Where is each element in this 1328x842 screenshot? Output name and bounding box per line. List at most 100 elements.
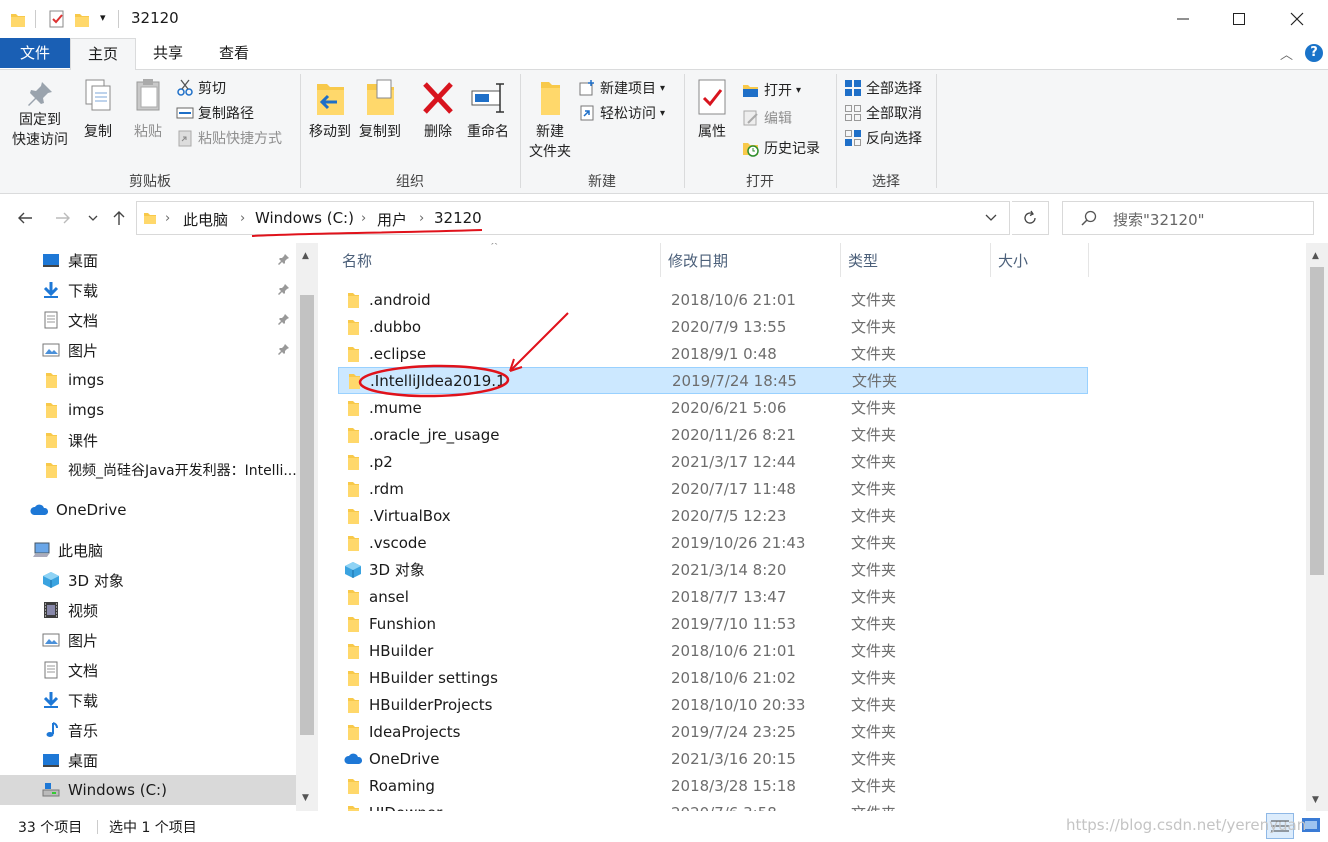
nav-pc-downloads[interactable]: 下载: [0, 685, 296, 715]
pin-icon[interactable]: [278, 253, 290, 265]
nav-scrollbar[interactable]: ▲ ▼: [296, 243, 318, 811]
file-name: IdeaProjects: [369, 722, 461, 741]
new-folder-qa-icon[interactable]: [74, 10, 90, 28]
tab-file[interactable]: 文件: [0, 38, 70, 68]
file-row[interactable]: .VirtualBox 2020/7/5 12:23 文件夹: [338, 502, 1086, 529]
nav-pc-windows-c[interactable]: Windows (C:): [0, 775, 296, 805]
pin-icon[interactable]: [278, 343, 290, 355]
search-input[interactable]: 搜索"32120": [1062, 201, 1314, 235]
scroll-up-icon[interactable]: ▲: [1312, 251, 1319, 261]
properties-button[interactable]: 属性: [690, 78, 734, 142]
column-separator[interactable]: [1088, 243, 1089, 277]
file-row[interactable]: .oracle_jre_usage 2020/11/26 8:21 文件夹: [338, 421, 1086, 448]
nav-quick-desktop[interactable]: 桌面: [0, 245, 296, 275]
file-row[interactable]: .rdm 2020/7/17 11:48 文件夹: [338, 475, 1086, 502]
copy-to-button[interactable]: 复制到: [356, 78, 404, 142]
scroll-down-icon[interactable]: ▼: [302, 793, 309, 803]
delete-button[interactable]: 删除: [418, 78, 458, 142]
file-modified-date: 2020/6/21 5:06: [671, 398, 787, 417]
column-header-date[interactable]: 修改日期: [668, 243, 728, 279]
close-button[interactable]: [1268, 0, 1326, 38]
paste-shortcut-button[interactable]: 粘贴快捷方式: [176, 126, 282, 150]
file-row[interactable]: .p2 2021/3/17 12:44 文件夹: [338, 448, 1086, 475]
address-dropdown-icon[interactable]: [985, 214, 997, 222]
nav-pc-videos[interactable]: 视频: [0, 595, 296, 625]
file-row[interactable]: IdeaProjects 2019/7/24 23:25 文件夹: [338, 718, 1086, 745]
file-row[interactable]: 3D 对象 2021/3/14 8:20 文件夹: [338, 556, 1086, 583]
refresh-button[interactable]: [1012, 201, 1049, 235]
nav-label: 下载: [68, 281, 99, 300]
copy-path-button[interactable]: 复制路径: [176, 101, 254, 125]
edit-button[interactable]: 编辑: [742, 106, 792, 130]
easy-access-button[interactable]: 轻松访问 ▾: [578, 101, 665, 125]
file-row[interactable]: Funshion 2019/7/10 11:53 文件夹: [338, 610, 1086, 637]
tab-share[interactable]: 共享: [136, 38, 200, 68]
qa-customize-icon[interactable]: ▾: [100, 11, 106, 24]
up-button[interactable]: [106, 205, 132, 231]
column-separator[interactable]: [660, 243, 661, 277]
file-list-scrollbar[interactable]: ▲ ▼: [1306, 243, 1328, 811]
nav-pc-desktop[interactable]: 桌面: [0, 745, 296, 775]
file-row[interactable]: HBuilderProjects 2018/10/10 20:33 文件夹: [338, 691, 1086, 718]
file-row[interactable]: HBuilder 2018/10/6 21:01 文件夹: [338, 637, 1086, 664]
nav-quick-documents[interactable]: 文档: [0, 305, 296, 335]
nav-pc-3d-objects[interactable]: 3D 对象: [0, 565, 296, 595]
nav-quick-video[interactable]: 视频_尚硅谷Java开发利器：Intelli...: [0, 455, 296, 485]
nav-quick-pictures[interactable]: 图片: [0, 335, 296, 365]
recent-locations-button[interactable]: [80, 205, 106, 231]
file-row[interactable]: .vscode 2019/10/26 21:43 文件夹: [338, 529, 1086, 556]
open-button[interactable]: 打开 ▾: [742, 78, 801, 102]
cut-button[interactable]: 剪切: [176, 76, 226, 100]
file-type: 文件夹: [851, 453, 897, 471]
column-header-size[interactable]: 大小: [998, 243, 1028, 279]
new-folder-button[interactable]: 新建 文件夹: [524, 78, 576, 162]
maximize-button[interactable]: [1210, 0, 1268, 38]
help-icon[interactable]: ?: [1305, 44, 1323, 62]
tab-home[interactable]: 主页: [70, 38, 136, 70]
back-button[interactable]: [12, 205, 38, 231]
column-header-type[interactable]: 类型: [848, 243, 878, 279]
nav-quick-downloads[interactable]: 下载: [0, 275, 296, 305]
pin-icon[interactable]: [278, 313, 290, 325]
breadcrumb-this-pc[interactable]: 此电脑: [183, 209, 228, 230]
tab-view[interactable]: 查看: [202, 38, 266, 68]
nav-scroll-thumb[interactable]: [300, 295, 314, 735]
history-button[interactable]: 历史记录: [742, 136, 820, 160]
paste-button[interactable]: 粘贴: [128, 78, 168, 142]
select-all-button[interactable]: 全部选择: [844, 76, 922, 100]
file-scroll-thumb[interactable]: [1310, 267, 1324, 575]
forward-button[interactable]: [50, 205, 76, 231]
scroll-up-icon[interactable]: ▲: [302, 251, 309, 261]
new-item-button[interactable]: 新建项目 ▾: [578, 76, 665, 100]
column-separator[interactable]: [840, 243, 841, 277]
file-row[interactable]: OneDrive 2021/3/16 20:15 文件夹: [338, 745, 1086, 772]
select-none-button[interactable]: 全部取消: [844, 101, 922, 125]
breadcrumb-windows-c[interactable]: Windows (C:): [255, 209, 354, 227]
nav-pc-music[interactable]: 音乐: [0, 715, 296, 745]
nav-this-pc[interactable]: 此电脑: [0, 535, 296, 565]
copy-button[interactable]: 复制: [78, 78, 118, 142]
pin-quick-access-button[interactable]: 固定到 快速访问: [8, 78, 72, 150]
column-header-name[interactable]: 名称: [342, 243, 372, 279]
minimize-button[interactable]: [1154, 0, 1212, 38]
nav-quick-imgs-2[interactable]: imgs: [0, 395, 296, 425]
breadcrumb-current[interactable]: 32120: [434, 209, 482, 227]
invert-selection-button[interactable]: 反向选择: [844, 126, 922, 150]
collapse-ribbon-icon[interactable]: ︿: [1280, 44, 1293, 63]
nav-quick-imgs[interactable]: imgs: [0, 365, 296, 395]
pin-icon[interactable]: [278, 283, 290, 295]
scroll-down-icon[interactable]: ▼: [1312, 795, 1319, 805]
nav-pc-documents[interactable]: 文档: [0, 655, 296, 685]
folder-icon: [348, 400, 359, 416]
nav-quick-courseware[interactable]: 课件: [0, 425, 296, 455]
nav-onedrive[interactable]: OneDrive: [0, 495, 296, 525]
file-row[interactable]: UIDowner2020/7/6 3:58文件夹: [338, 799, 1086, 811]
move-to-button[interactable]: 移动到: [306, 78, 354, 142]
file-row[interactable]: HBuilder settings 2018/10/6 21:02 文件夹: [338, 664, 1086, 691]
properties-check-icon[interactable]: [48, 10, 66, 28]
rename-button[interactable]: 重命名: [464, 78, 512, 142]
column-separator[interactable]: [990, 243, 991, 277]
nav-pc-pictures[interactable]: 图片: [0, 625, 296, 655]
file-row[interactable]: ansel 2018/7/7 13:47 文件夹: [338, 583, 1086, 610]
file-row[interactable]: Roaming 2018/3/28 15:18 文件夹: [338, 772, 1086, 799]
